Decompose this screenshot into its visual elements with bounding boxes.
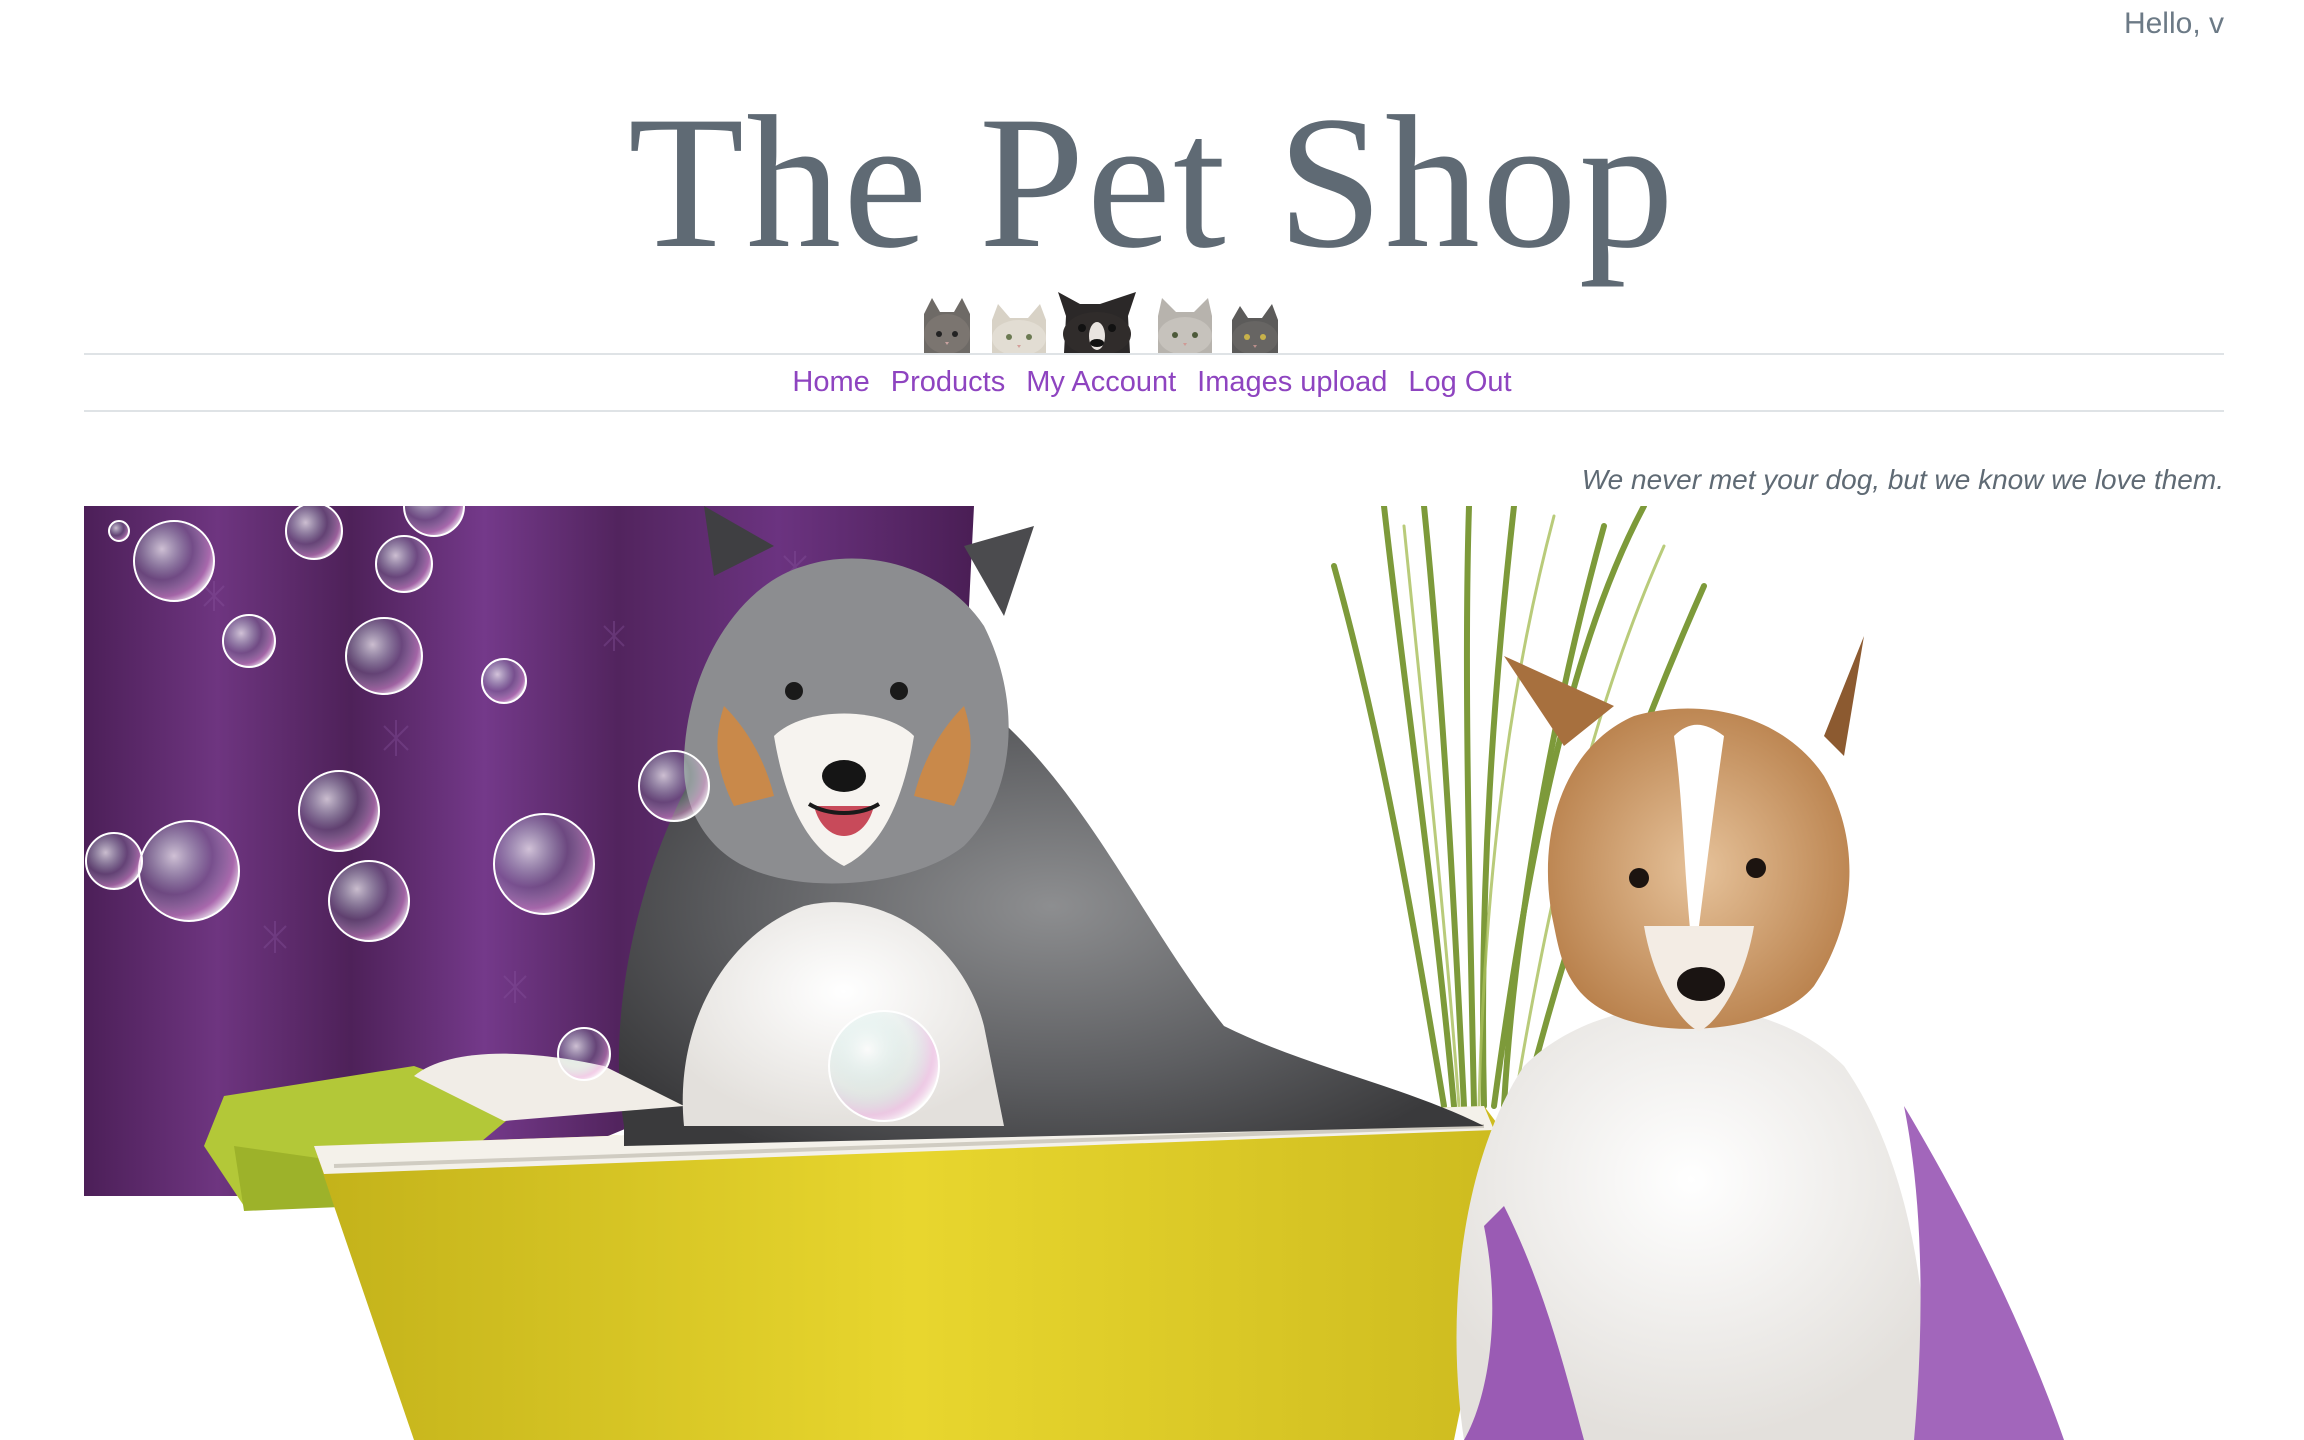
- cat-dark-icon: [1232, 304, 1278, 354]
- page: Hello, v The Pet Shop Home Products My A…: [0, 0, 2304, 1440]
- cat-cream-icon: [992, 304, 1046, 354]
- main-nav: Home Products My Account Images upload L…: [0, 356, 2304, 408]
- user-greeting: Hello, v: [2123, 7, 2224, 40]
- nav-log-out-link[interactable]: Log Out: [1408, 366, 1511, 399]
- nav-products-link[interactable]: Products: [891, 366, 1005, 399]
- cat-tabby-icon: [1158, 298, 1212, 354]
- nav-home-link[interactable]: Home: [792, 366, 869, 399]
- pets-peeking-icon: [924, 292, 1278, 354]
- cat-grey-icon: [924, 298, 970, 354]
- site-title: The Pet Shop: [628, 78, 1676, 288]
- tagline: We never met your dog, but we know we lo…: [1581, 464, 2224, 495]
- dogs-bath-hero-image: [84, 506, 2224, 1440]
- nav-my-account-link[interactable]: My Account: [1026, 366, 1176, 399]
- nav-divider-bottom: [84, 410, 2224, 412]
- nav-divider-top: [84, 353, 2224, 355]
- dog-bulldog-icon: [1058, 292, 1136, 354]
- nav-images-upload-link[interactable]: Images upload: [1197, 366, 1387, 399]
